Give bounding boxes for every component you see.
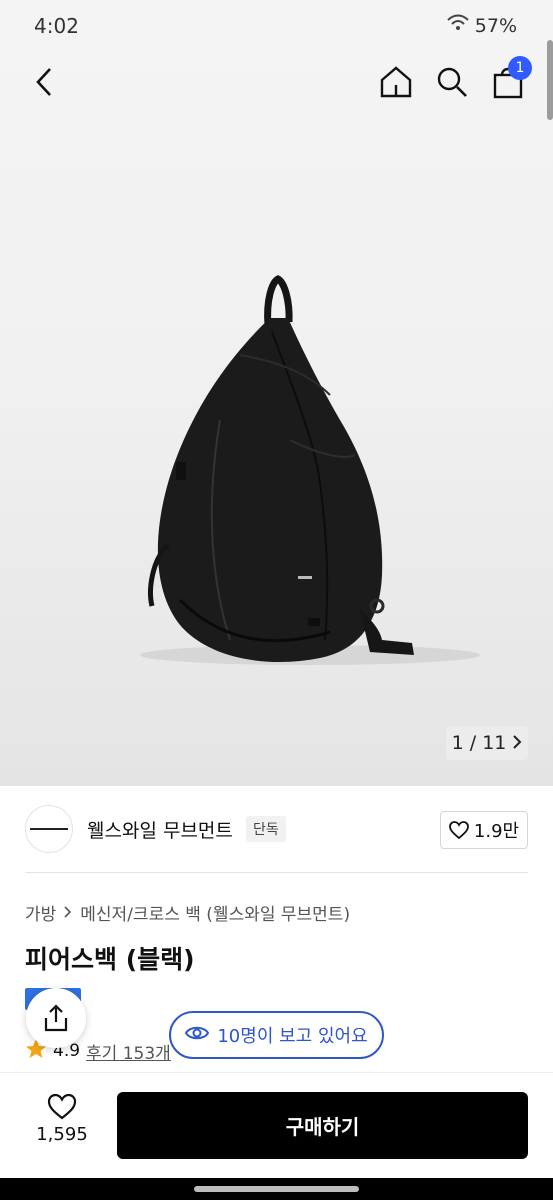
breadcrumb-subcategory[interactable]: 메신저/크로스 백 (웰스와일 무브먼트) [80, 900, 350, 925]
heart-icon [47, 1093, 77, 1120]
eye-icon [185, 1025, 210, 1046]
viewers-indicator: 10명이 보고 있어요 [169, 1011, 384, 1059]
cart-button[interactable]: 1 [488, 56, 532, 102]
search-icon [437, 67, 467, 97]
brand-row[interactable]: 웰스와일 무브먼트 단독 1.9만 [0, 786, 553, 874]
breadcrumb: 가방 메신저/크로스 백 (웰스와일 무브먼트) [25, 900, 350, 925]
share-icon [44, 1004, 68, 1032]
status-right: 57% [447, 14, 517, 37]
wishlist-count: 1,595 [36, 1124, 88, 1145]
exclusive-tag: 단독 [246, 816, 286, 842]
image-counter-text: 1 / 11 [451, 732, 507, 754]
buy-button[interactable]: 구매하기 [117, 1092, 528, 1159]
chevron-left-icon [36, 68, 51, 96]
home-icon [380, 66, 412, 98]
gesture-handle[interactable] [194, 1186, 359, 1192]
image-counter[interactable]: 1 / 11 [446, 726, 528, 760]
navigation-gesture-area [0, 1178, 553, 1200]
bottom-purchase-bar: 1,595 구매하기 [0, 1072, 553, 1178]
brand-name[interactable]: 웰스와일 무브먼트 [87, 816, 233, 843]
battery-level: 57% [474, 14, 517, 37]
brand-logo[interactable] [25, 805, 73, 853]
breadcrumb-category[interactable]: 가방 [25, 900, 56, 925]
brand-like-count: 1.9만 [473, 821, 520, 842]
chevron-right-icon [64, 903, 72, 923]
review-count-link[interactable]: 후기 153개 [86, 1039, 171, 1064]
product-image-sling-bag [140, 275, 480, 665]
status-bar: 4:02 57% [0, 0, 553, 54]
wifi-icon [447, 14, 469, 37]
search-button[interactable] [432, 62, 472, 102]
heart-icon [449, 821, 469, 839]
chevron-right-icon [512, 732, 522, 754]
viewers-text: 10명이 보고 있어요 [217, 1026, 368, 1047]
share-button[interactable] [26, 988, 86, 1048]
product-image-gallery[interactable]: 1 / 11 [0, 0, 553, 786]
brand-like-button[interactable]: 1.9만 [440, 811, 528, 849]
product-title: 피어스백 (블랙) [25, 945, 195, 974]
divider [25, 872, 528, 873]
home-button[interactable] [376, 62, 416, 102]
wishlist-button[interactable]: 1,595 [22, 1093, 102, 1145]
back-button[interactable] [24, 62, 64, 102]
status-time: 4:02 [34, 14, 79, 38]
cart-count-badge: 1 [508, 56, 532, 80]
brand-logo-mark [30, 828, 68, 830]
